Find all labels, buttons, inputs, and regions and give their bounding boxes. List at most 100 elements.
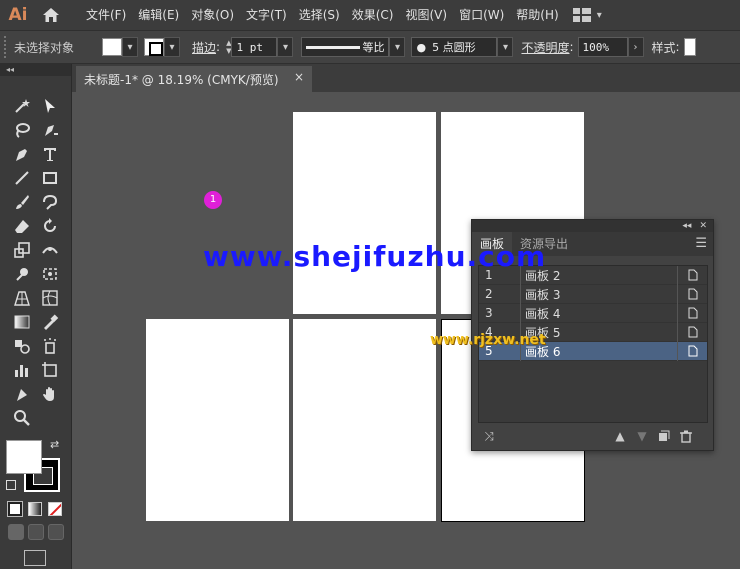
artboard-name[interactable]: 画板 3 bbox=[521, 286, 677, 303]
panel-footer: ⤨ ▲ ▼ bbox=[472, 422, 713, 450]
fill-color-swatch[interactable] bbox=[6, 440, 42, 474]
pen-tool-icon[interactable] bbox=[8, 142, 36, 166]
panel-menu-icon[interactable]: ☰ bbox=[695, 236, 707, 251]
opacity-input[interactable]: 100% bbox=[577, 37, 628, 57]
none-mode-icon[interactable] bbox=[48, 502, 62, 516]
profile-dropdown[interactable]: ▾ bbox=[389, 37, 406, 57]
draw-behind-icon[interactable] bbox=[28, 524, 44, 540]
move-up-icon[interactable]: ▲ bbox=[609, 425, 631, 447]
artboard-options-icon[interactable] bbox=[677, 303, 707, 323]
line-preview bbox=[306, 45, 361, 49]
draw-inside-icon[interactable] bbox=[48, 524, 64, 540]
menu-window[interactable]: 窗口(W) bbox=[453, 0, 510, 30]
delete-icon[interactable] bbox=[675, 425, 697, 447]
eyedropper-icon[interactable] bbox=[36, 310, 64, 334]
magic-wand-icon[interactable] bbox=[8, 94, 36, 118]
gradient-mode-icon[interactable] bbox=[28, 502, 42, 516]
lasso-icon[interactable] bbox=[8, 118, 36, 142]
artboard-options-icon[interactable] bbox=[677, 265, 707, 285]
fill-dropdown-button[interactable]: ▾ bbox=[122, 37, 139, 57]
zoom-tool-icon[interactable] bbox=[8, 406, 36, 430]
variable-width-profile[interactable]: 等比 bbox=[301, 37, 390, 57]
line-tool-icon[interactable] bbox=[8, 166, 36, 190]
paintbrush-icon[interactable] bbox=[8, 190, 36, 214]
brush-definition[interactable]: ● 5 点圆形 bbox=[411, 37, 498, 57]
artboard-name[interactable]: 画板 4 bbox=[521, 305, 677, 322]
menu-object[interactable]: 对象(O) bbox=[185, 0, 240, 30]
type-tool-icon[interactable] bbox=[36, 142, 64, 166]
style-label: 样式 bbox=[651, 40, 676, 55]
swap-colors-icon[interactable]: ⇄ bbox=[50, 438, 59, 451]
document-tab[interactable]: 未标题-1* @ 18.19% (CMYK/预览) × bbox=[76, 66, 312, 92]
artboard-options-icon[interactable] bbox=[677, 341, 707, 361]
hand-tool-icon[interactable] bbox=[36, 382, 64, 406]
grip-handle[interactable] bbox=[4, 36, 8, 58]
opacity-arrow[interactable]: › bbox=[627, 37, 644, 57]
rotate-icon[interactable] bbox=[36, 214, 64, 238]
menu-type[interactable]: 文字(T) bbox=[240, 0, 293, 30]
list-item[interactable]: 3 画板 4 bbox=[479, 303, 707, 323]
stroke-label[interactable]: 描边 bbox=[192, 39, 216, 56]
selection-status: 未选择对象 bbox=[14, 40, 75, 55]
direct-selection-icon[interactable] bbox=[36, 94, 64, 118]
eraser-icon[interactable] bbox=[8, 214, 36, 238]
menu-select[interactable]: 选择(S) bbox=[293, 0, 346, 30]
opacity-label[interactable]: 不透明度 bbox=[521, 39, 569, 56]
workspace-switcher[interactable]: ▾ bbox=[572, 8, 602, 22]
slice-tool-icon[interactable] bbox=[8, 382, 36, 406]
puppet-warp-icon[interactable] bbox=[8, 262, 36, 286]
pen-add-icon[interactable] bbox=[36, 118, 64, 142]
new-artboard-icon[interactable] bbox=[653, 425, 675, 447]
watermark-small: www.rjzxw.net bbox=[430, 332, 546, 348]
column-graph-icon[interactable] bbox=[8, 358, 36, 382]
artboard[interactable] bbox=[293, 112, 436, 314]
artboard-number: 3 bbox=[479, 303, 521, 323]
menu-edit[interactable]: 编辑(E) bbox=[132, 0, 185, 30]
color-mode-icon[interactable] bbox=[7, 501, 23, 517]
rearrange-icon[interactable]: ⤨ bbox=[478, 425, 500, 447]
screen-mode-icon[interactable] bbox=[24, 550, 46, 566]
home-icon[interactable] bbox=[36, 0, 66, 30]
rectangle-tool-icon[interactable] bbox=[36, 166, 64, 190]
menu-view[interactable]: 视图(V) bbox=[399, 0, 453, 30]
width-tool-icon[interactable] bbox=[36, 238, 64, 262]
menu-list: 文件(F) 编辑(E) 对象(O) 文字(T) 选择(S) 效果(C) 视图(V… bbox=[80, 0, 565, 30]
symbol-sprayer-icon[interactable] bbox=[36, 334, 64, 358]
workspace-grid-icon bbox=[572, 8, 591, 22]
artboard[interactable] bbox=[146, 319, 289, 521]
stroke-weight-dropdown[interactable]: ▾ bbox=[277, 37, 294, 57]
fill-swatch[interactable] bbox=[102, 38, 123, 56]
control-bar: 未选择对象 ▾ ▾ 描边 : ▲ ▼ 1 pt ▾ 等比 ▾ ● 5 点圆形 ▾… bbox=[0, 30, 740, 64]
menu-help[interactable]: 帮助(H) bbox=[510, 0, 564, 30]
gradient-tool-icon[interactable] bbox=[8, 310, 36, 334]
menu-effect[interactable]: 效果(C) bbox=[346, 0, 400, 30]
collapse-panel-icon[interactable]: ◂◂ bbox=[682, 221, 691, 231]
stroke-dropdown-button[interactable]: ▾ bbox=[164, 37, 181, 57]
brush-dropdown[interactable]: ▾ bbox=[497, 37, 514, 57]
list-item[interactable]: 2 画板 3 bbox=[479, 284, 707, 304]
style-swatch[interactable] bbox=[683, 38, 696, 56]
collapse-icon[interactable]: ◂◂ bbox=[0, 64, 71, 76]
default-colors-icon[interactable] bbox=[6, 480, 16, 490]
free-transform-icon[interactable] bbox=[36, 262, 64, 286]
artboard-options-icon[interactable] bbox=[677, 322, 707, 342]
close-panel-icon[interactable]: ✕ bbox=[699, 221, 707, 231]
color-mode-row bbox=[7, 501, 62, 517]
tool-grid bbox=[8, 94, 64, 430]
illustrator-window: Ai 文件(F) 编辑(E) 对象(O) 文字(T) 选择(S) 效果(C) 视… bbox=[0, 0, 740, 569]
stroke-swatch[interactable] bbox=[144, 38, 165, 56]
blend-tool-icon[interactable] bbox=[8, 334, 36, 358]
shaper-tool-icon[interactable] bbox=[36, 190, 64, 214]
artboard-options-icon[interactable] bbox=[677, 284, 707, 304]
scale-tool-icon[interactable] bbox=[8, 238, 36, 262]
draw-normal-icon[interactable] bbox=[8, 524, 24, 540]
stroke-weight-input[interactable]: 1 pt bbox=[231, 37, 278, 57]
artboard[interactable] bbox=[293, 319, 436, 521]
menu-file[interactable]: 文件(F) bbox=[80, 0, 132, 30]
close-icon[interactable]: × bbox=[294, 70, 304, 84]
mesh-tool-icon[interactable] bbox=[36, 286, 64, 310]
artboard-tool-icon[interactable] bbox=[36, 358, 64, 382]
draw-mode-row bbox=[8, 524, 64, 540]
move-down-icon: ▼ bbox=[637, 429, 647, 443]
perspective-grid-icon[interactable] bbox=[8, 286, 36, 310]
